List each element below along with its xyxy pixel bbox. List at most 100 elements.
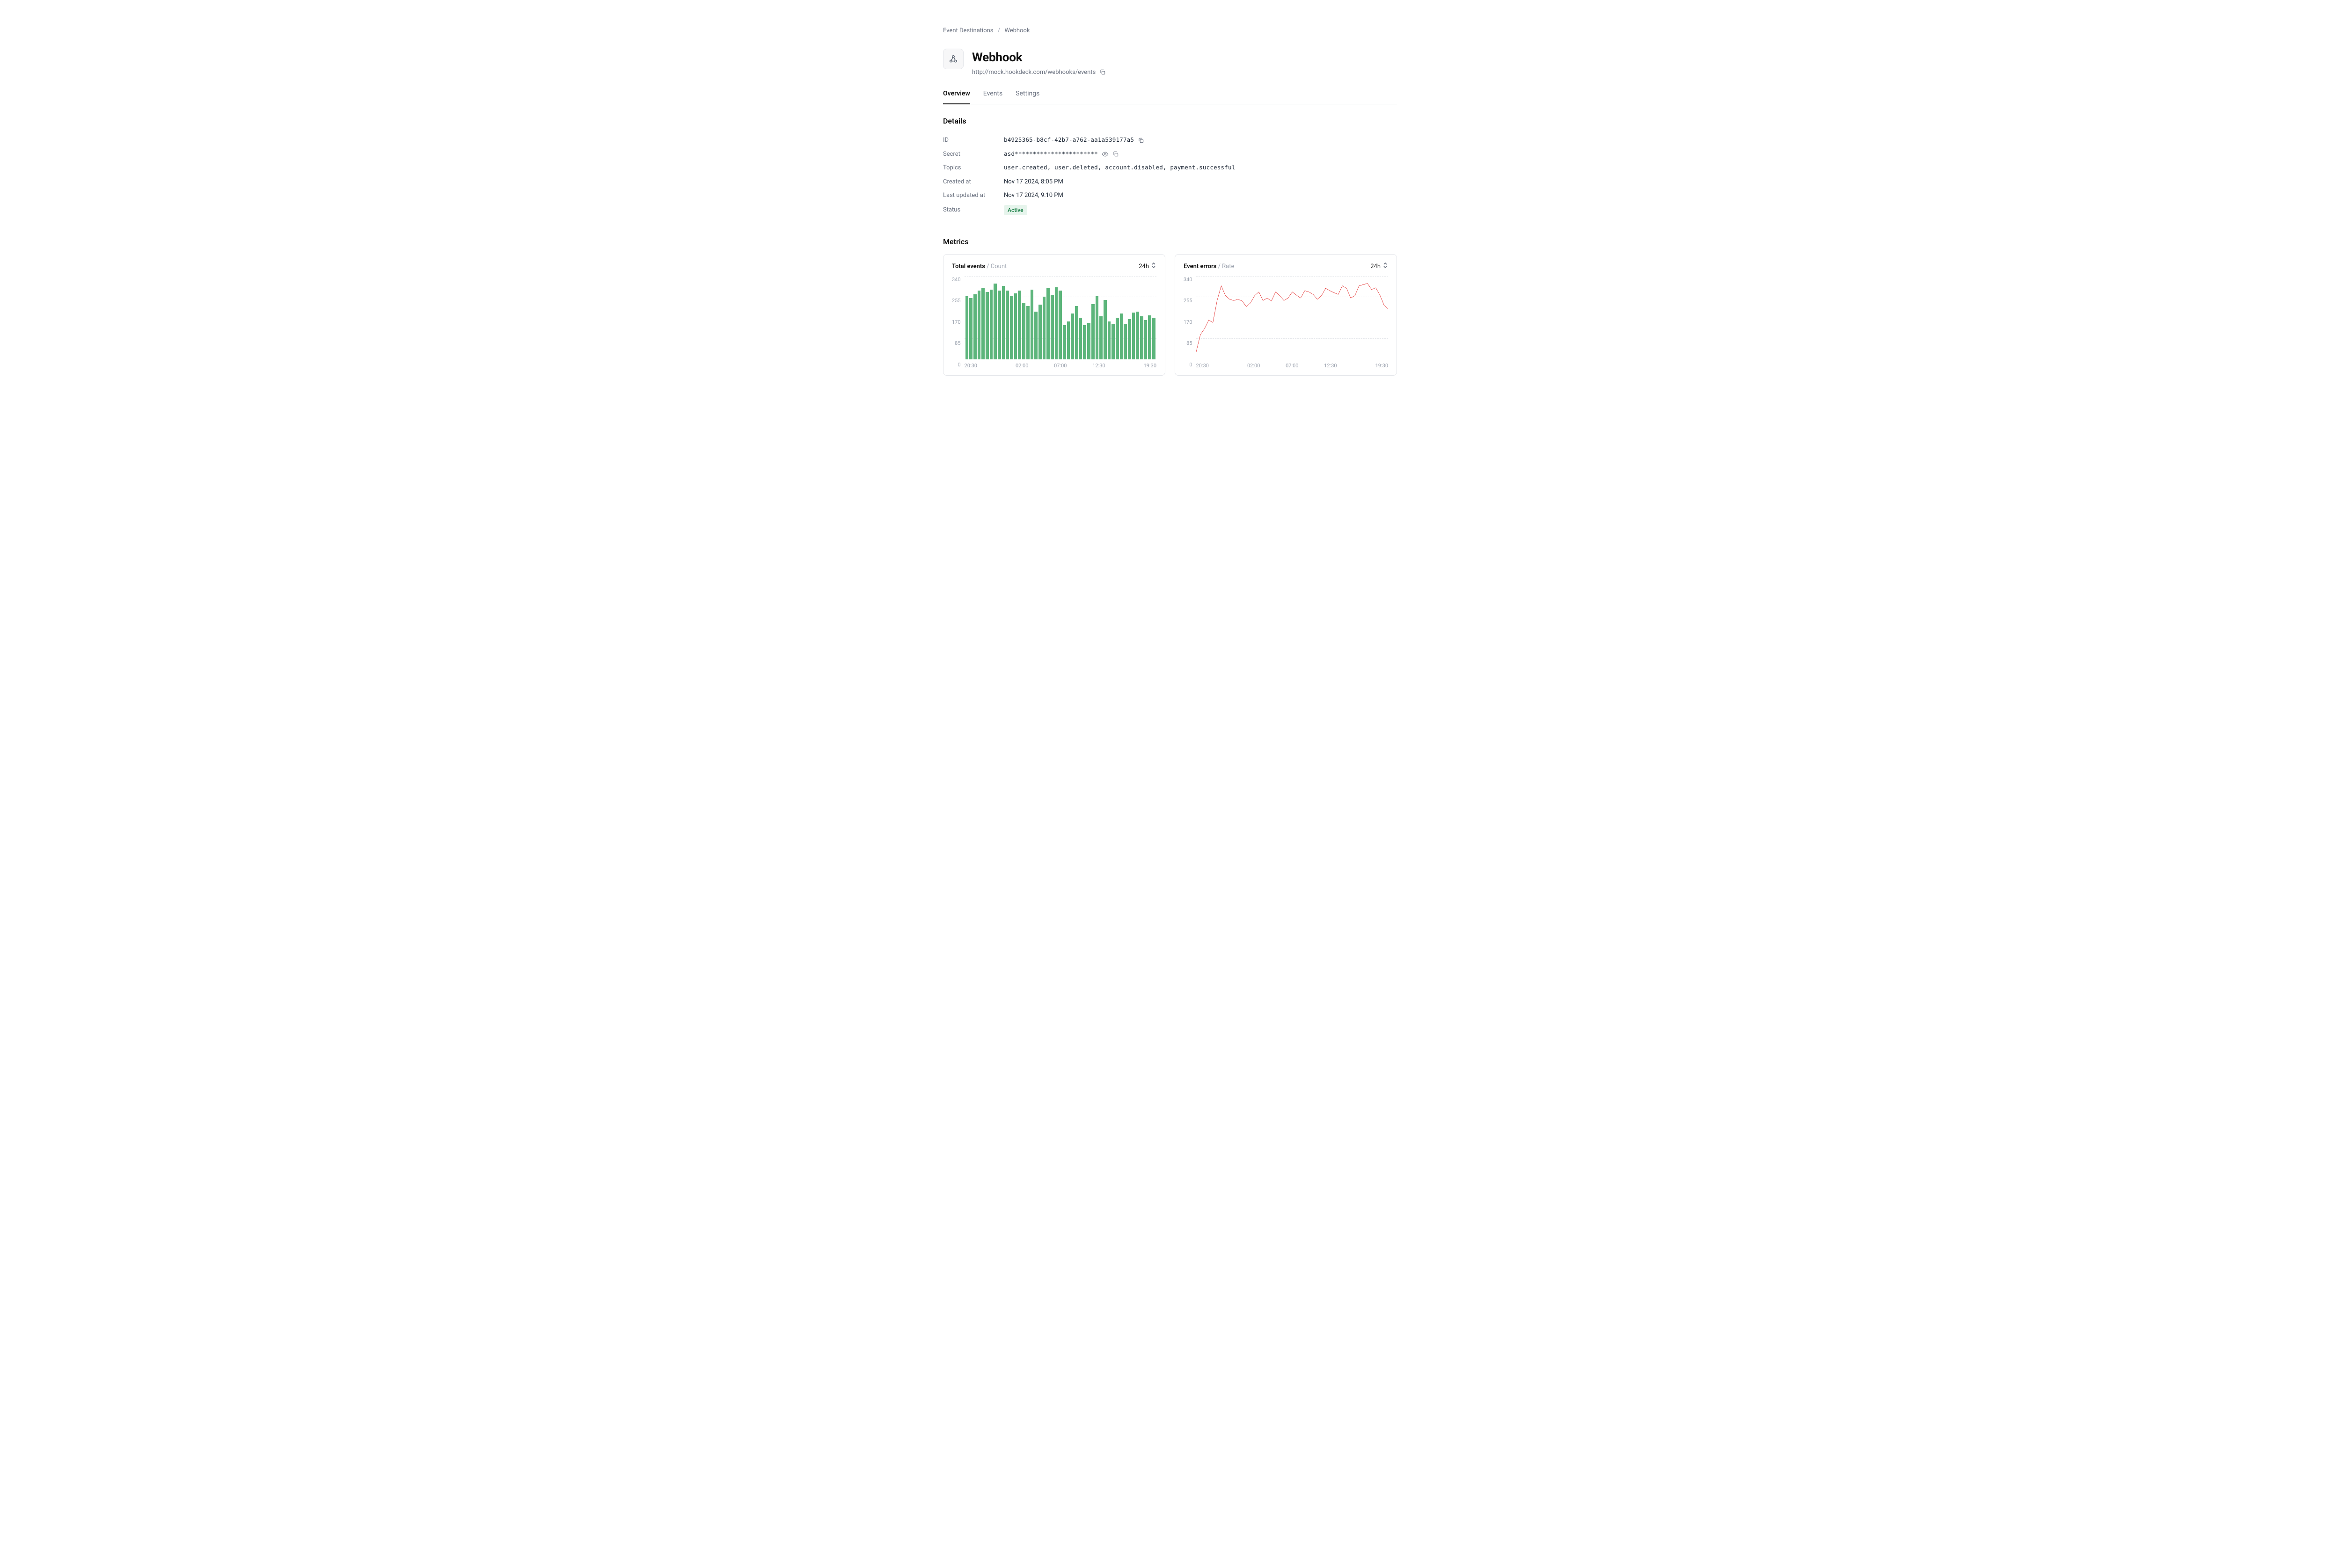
detail-topics-value: user.created, user.deleted, account.disa…	[1004, 163, 1235, 172]
breadcrumb-current: Webhook	[1004, 27, 1030, 34]
range-selector[interactable]: 24h	[1370, 262, 1388, 272]
bar	[1002, 286, 1005, 359]
y-tick: 85	[952, 340, 961, 348]
range-selector[interactable]: 24h	[1139, 262, 1156, 272]
y-tick: 0	[1184, 361, 1192, 369]
bar	[973, 294, 977, 359]
bar	[1148, 315, 1151, 359]
bar	[1043, 297, 1046, 359]
detail-label: Created at	[943, 177, 1004, 187]
metrics-title: Metrics	[943, 236, 1397, 248]
y-tick: 170	[1184, 319, 1192, 327]
range-label: 24h	[1370, 262, 1381, 271]
chart-title: Total events / Count	[952, 262, 1007, 271]
bar	[1031, 290, 1034, 359]
bar	[1152, 318, 1155, 359]
x-tick: 12:30	[1311, 362, 1350, 370]
tab-events[interactable]: Events	[983, 85, 1002, 104]
detail-row-updated: Last updated at Nov 17 2024, 9:10 PM	[943, 189, 1397, 203]
bar	[1075, 306, 1078, 359]
y-axis: 340 255 170 85 0	[1184, 276, 1196, 370]
bar	[1120, 314, 1123, 359]
breadcrumb-separator: /	[998, 27, 1000, 34]
bar	[990, 290, 993, 359]
x-tick: 07:00	[1273, 362, 1311, 370]
bar	[1046, 288, 1050, 359]
bar	[1026, 306, 1030, 359]
copy-id-icon[interactable]	[1138, 137, 1144, 144]
chart-title-sub: Count	[991, 263, 1007, 270]
detail-label: ID	[943, 136, 1004, 145]
bar	[978, 291, 981, 359]
y-tick: 255	[1184, 297, 1192, 305]
bar	[994, 284, 997, 359]
detail-secret-value: asd***********************	[1004, 150, 1098, 159]
chart-total-events: Total events / Count 24h	[943, 254, 1165, 376]
y-axis: 340 255 170 85 0	[952, 276, 965, 370]
detail-label: Status	[943, 205, 1004, 215]
breadcrumb-parent[interactable]: Event Destinations	[943, 27, 994, 34]
bar	[1091, 304, 1095, 359]
bar	[1022, 303, 1025, 359]
reveal-secret-icon[interactable]	[1102, 151, 1109, 158]
x-tick: 20:30	[965, 362, 1003, 370]
bar	[1083, 325, 1086, 359]
bar	[1096, 296, 1099, 359]
y-tick: 170	[952, 319, 961, 327]
bar	[1099, 316, 1103, 359]
detail-id-value: b4925365-b8cf-42b7-a762-aa1a539177a5	[1004, 136, 1134, 145]
bar	[1112, 324, 1115, 359]
status-badge: Active	[1004, 205, 1027, 215]
bar	[1034, 312, 1038, 359]
bar-chart-plot	[965, 276, 1156, 359]
bar	[1055, 287, 1058, 359]
y-tick: 0	[952, 361, 961, 369]
detail-label: Secret	[943, 150, 1004, 159]
bar	[1063, 325, 1066, 359]
breadcrumb: Event Destinations / Webhook	[943, 26, 1397, 36]
bar	[1144, 320, 1148, 359]
bar	[998, 291, 1001, 359]
detail-row-secret: Secret asd***********************	[943, 147, 1397, 161]
bar	[1010, 296, 1013, 359]
x-tick: 07:00	[1041, 362, 1080, 370]
bar	[986, 292, 989, 359]
bar	[1140, 316, 1143, 359]
chart-title: Event errors / Rate	[1184, 262, 1234, 271]
webhook-icon	[943, 49, 964, 69]
bar	[969, 298, 973, 359]
chart-title-main: Event errors	[1184, 263, 1216, 270]
bar	[1071, 314, 1074, 359]
detail-row-topics: Topics user.created, user.deleted, accou…	[943, 161, 1397, 175]
chevron-up-down-icon	[1151, 262, 1156, 272]
detail-created-value: Nov 17 2024, 8:05 PM	[1004, 177, 1063, 187]
bar	[1132, 313, 1135, 359]
bar	[1006, 291, 1009, 359]
bar	[1038, 305, 1042, 359]
chart-event-errors: Event errors / Rate 24h	[1175, 254, 1397, 376]
y-tick: 85	[1184, 340, 1192, 348]
y-tick: 340	[1184, 276, 1192, 284]
page-title: Webhook	[972, 49, 1106, 67]
x-tick: 19:30	[1350, 362, 1388, 370]
x-tick: 02:00	[1235, 362, 1273, 370]
detail-row-status: Status Active	[943, 203, 1397, 218]
bar	[1104, 300, 1107, 359]
tab-settings[interactable]: Settings	[1016, 85, 1039, 104]
bar	[1116, 318, 1119, 359]
bar	[1128, 319, 1131, 359]
detail-label: Topics	[943, 163, 1004, 173]
bar	[1018, 291, 1021, 359]
bar	[1067, 321, 1070, 359]
bar	[1079, 318, 1082, 359]
copy-url-icon[interactable]	[1099, 69, 1106, 75]
copy-secret-icon[interactable]	[1112, 151, 1119, 157]
tabs: Overview Events Settings	[943, 85, 1397, 104]
tab-overview[interactable]: Overview	[943, 85, 970, 104]
x-tick: 12:30	[1080, 362, 1118, 370]
x-axis: 20:30 02:00 07:00 12:30 19:30	[965, 359, 1156, 370]
range-label: 24h	[1139, 262, 1149, 271]
bar	[1124, 324, 1127, 359]
bar	[1051, 295, 1054, 359]
bar	[1014, 293, 1017, 359]
